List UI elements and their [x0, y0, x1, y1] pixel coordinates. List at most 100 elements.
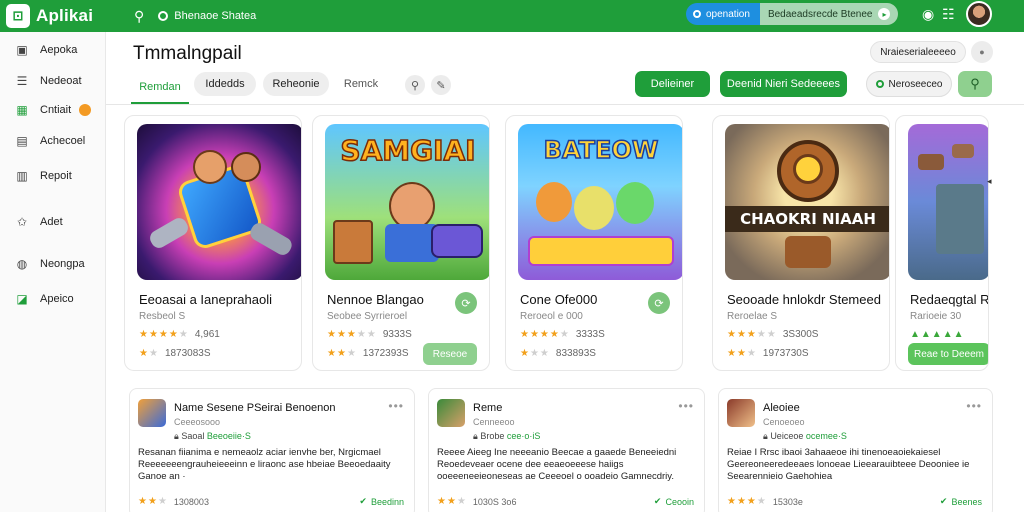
- link-text: cee·o·iS: [506, 431, 541, 441]
- search-icon[interactable]: ⚲: [405, 75, 425, 95]
- sidebar-item-label: Achecoel: [40, 135, 86, 147]
- star-rating-icon: ★★★: [327, 348, 357, 359]
- pill-blue-button[interactable]: openation: [686, 3, 760, 25]
- lock-icon: 🔒︎: [473, 431, 478, 441]
- star-rating-icon: ★★★★: [727, 496, 767, 507]
- sidebar-item-3[interactable]: ▤ Achecoel: [14, 133, 85, 149]
- filter-pill[interactable]: Nraieserialeeeeo: [870, 41, 966, 63]
- edit-icon[interactable]: ✎: [431, 75, 451, 95]
- review-body: Resanan fiianima e nemeaolz aciar ienvhe…: [138, 447, 391, 482]
- search-button[interactable]: ⚲: [958, 71, 992, 97]
- rating-value: 1308003: [173, 496, 209, 507]
- document-icon: ▥: [16, 169, 28, 183]
- sidebar-item-label: Apeico: [40, 293, 74, 305]
- pill-blue-label: openation: [706, 8, 750, 20]
- top-status[interactable]: Bhenaoe Shatea: [158, 10, 256, 22]
- header-divider: [106, 104, 1024, 105]
- count-value: 833893S: [555, 348, 596, 359]
- rating-value: 4,961: [194, 329, 220, 340]
- install-icon[interactable]: ⟳: [648, 292, 670, 314]
- outline-button[interactable]: Neroseeceo: [866, 71, 952, 97]
- star-rating-icon: ★★★: [520, 348, 550, 359]
- profile-small-icon[interactable]: ◉: [922, 6, 934, 23]
- sidebar-item-7[interactable]: ◪ Apeico: [14, 291, 74, 307]
- more-options-icon[interactable]: •••: [388, 399, 404, 413]
- sidebar-item-6[interactable]: ◍ Neongpa: [14, 256, 85, 272]
- featured-card[interactable]: SAMGIAI Nennoe Blangao Seobee Syrrieroel…: [312, 115, 490, 371]
- game-art: [137, 124, 301, 280]
- check-shield-icon: ✔: [653, 496, 662, 506]
- sidebar-item-label: Aepoka: [40, 44, 78, 56]
- sidebar-item-1[interactable]: ☰ Nedeoat: [14, 73, 82, 89]
- grid-icon: ▣: [16, 43, 28, 57]
- star-rating-icon: ★★★★★: [520, 329, 570, 340]
- primary-button-1[interactable]: Delieiner: [635, 71, 710, 97]
- art-title: CHAOKRI NIAAH: [725, 206, 889, 232]
- featured-card[interactable]: Redaeqgtal R Rarioeie 30 ▲▲▲▲▲ Reae to D…: [895, 115, 989, 371]
- top-pill-group[interactable]: openation Bedaeadsrecde Btenee ▸: [686, 3, 899, 25]
- count-value: 1873083S: [164, 348, 211, 359]
- star-rating-icon: ▲▲▲▲▲: [910, 329, 965, 340]
- review-rating: ★★★★ 15303e: [727, 496, 803, 507]
- more-options-icon[interactable]: •••: [678, 399, 694, 413]
- link-prefix: Saoal: [181, 431, 205, 441]
- sidebar-item-5[interactable]: ✩ Adet: [14, 214, 63, 230]
- review-status[interactable]: ✔ Ceooin: [654, 496, 694, 507]
- featured-card[interactable]: BATEOW Cone Ofe000 Reroeol e 000 ★★★★★ 3…: [505, 115, 683, 371]
- filter-toggle-icon[interactable]: ●: [971, 41, 993, 63]
- review-card[interactable]: Aleoiee Cenoeoeo 🔒︎ Ueiceoe ocemee·S •••…: [718, 388, 993, 512]
- game-thumbnail: [727, 399, 755, 427]
- art-title: BATEOW: [543, 135, 659, 165]
- review-card[interactable]: Reme Cenneeoo 🔒︎ Brobe cee·o·iS ••• Reee…: [428, 388, 705, 512]
- review-link[interactable]: 🔒︎ Saoal Beeoeiie·S: [174, 431, 251, 442]
- star-rating-icon: ★★★: [138, 496, 168, 507]
- review-card[interactable]: Name Sesene PSeirai Benoenon Ceeeosooo 🔒…: [129, 388, 415, 512]
- review-link[interactable]: 🔒︎ Ueiceoe ocemee·S: [763, 431, 847, 442]
- review-status[interactable]: ✔ Beedinn: [359, 496, 404, 507]
- review-rating: ★★★ 1030S 3o6: [437, 496, 516, 507]
- primary-button-2[interactable]: Deenid Nieri Sedeeees: [720, 71, 847, 97]
- count-row: ★★ 1873083S: [139, 348, 211, 359]
- more-options-icon[interactable]: •••: [966, 399, 982, 413]
- apps-icon: ◪: [16, 292, 28, 306]
- sidebar-item-4[interactable]: ▥ Repoit: [14, 168, 71, 184]
- sidebar-item-label: Neongpa: [40, 258, 85, 270]
- pill-grey-button[interactable]: Bedaeadsrecde Btenee ▸: [759, 3, 899, 25]
- review-status[interactable]: ✔ Beenes: [940, 496, 982, 507]
- tab-1[interactable]: Iddedds: [194, 72, 256, 96]
- app-logo-icon: ⊡: [6, 4, 30, 28]
- featured-card[interactable]: Eeoasai a Ianeprahaoli Resbeol S ★★★★★ 4…: [124, 115, 302, 371]
- review-subtitle: Ceeeosooo: [174, 417, 221, 427]
- avatar[interactable]: [966, 1, 992, 27]
- rating-value: 15303e: [772, 496, 803, 507]
- star-rating-icon: ★★★★★: [327, 329, 377, 340]
- scroll-right-icon[interactable]: ◂: [987, 176, 992, 187]
- tab-2[interactable]: Reheonie: [263, 72, 329, 96]
- status-text: Bhenaoe Shatea: [174, 10, 257, 22]
- review-title: Reme: [473, 402, 503, 414]
- rating-row: ★★★★★ 9333S: [327, 329, 412, 340]
- get-button[interactable]: Reseoe: [423, 343, 477, 365]
- tab-3[interactable]: Remck: [338, 72, 384, 96]
- list-icon: ☰: [16, 74, 28, 88]
- sidebar-item-0[interactable]: ▣ Aepoka: [14, 42, 77, 58]
- game-title: Redaeqgtal R: [910, 292, 989, 307]
- featured-card[interactable]: CHAOKRI NIAAH Seooade hnlokdr Stemeed Re…: [712, 115, 890, 371]
- review-link[interactable]: 🔒︎ Brobe cee·o·iS: [473, 431, 540, 442]
- top-search-button[interactable]: ⚲: [134, 8, 144, 25]
- menu-grid-icon[interactable]: ☷: [942, 6, 955, 23]
- star-icon: ✩: [16, 215, 28, 229]
- tab-0[interactable]: Remdan: [131, 72, 189, 104]
- star-rating-icon: ★★★★★: [727, 329, 777, 340]
- sidebar-item-2[interactable]: ▦ Cntiait: [14, 102, 92, 118]
- sidebar-item-label: Adet: [40, 216, 63, 228]
- get-button[interactable]: Reae to Deeem: [908, 343, 988, 365]
- pill-grey-label: Bedaeadsrecde Btenee: [767, 8, 873, 20]
- review-rating: ★★★ 1308003: [138, 496, 209, 507]
- app-name: Aplikai: [36, 6, 94, 25]
- globe-icon: ◍: [16, 257, 28, 271]
- install-icon[interactable]: ⟳: [455, 292, 477, 314]
- brand[interactable]: ⊡ Aplikai: [6, 4, 126, 28]
- link-text: ocemee·S: [805, 431, 847, 441]
- game-subtitle: Resbeol S: [139, 311, 186, 322]
